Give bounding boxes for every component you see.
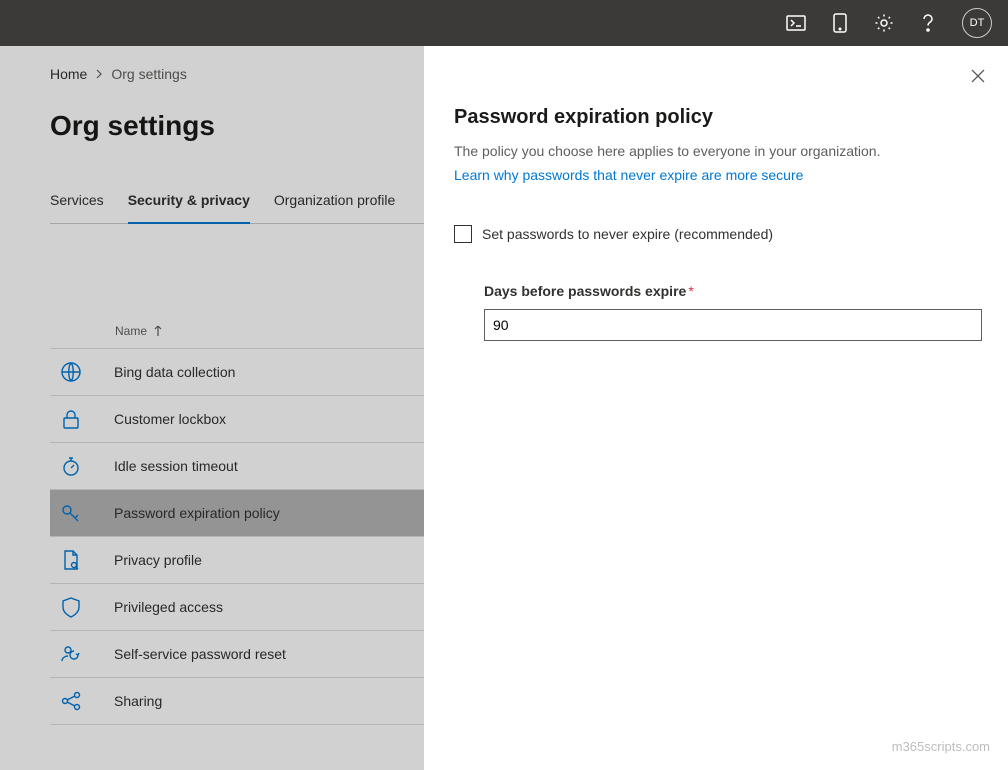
panel-title: Password expiration policy	[454, 106, 978, 129]
column-header-name[interactable]: Name	[115, 324, 424, 338]
settings-list: Bing data collection Customer lockbox Id…	[50, 348, 424, 725]
list-item-password-expiration[interactable]: Password expiration policy	[50, 490, 424, 537]
watermark-text: m365scripts.com	[892, 739, 990, 754]
sort-arrow-up-icon	[153, 325, 163, 337]
people-refresh-icon	[60, 643, 82, 665]
tab-organization-profile[interactable]: Organization profile	[274, 192, 395, 223]
list-item-bing[interactable]: Bing data collection	[50, 349, 424, 396]
document-icon	[60, 549, 82, 571]
list-item-sspr[interactable]: Self-service password reset	[50, 631, 424, 678]
panel-description: The policy you choose here applies to ev…	[454, 143, 978, 159]
page-title: Org settings	[50, 110, 424, 142]
breadcrumb: Home Org settings	[50, 66, 424, 82]
lock-icon	[60, 408, 82, 430]
checkbox-icon[interactable]	[454, 225, 472, 243]
avatar[interactable]: DT	[962, 8, 992, 38]
globe-icon	[60, 361, 82, 383]
cloud-shell-icon[interactable]	[786, 13, 806, 33]
checkbox-label: Set passwords to never expire (recommend…	[482, 226, 773, 242]
list-item-label: Bing data collection	[114, 364, 235, 380]
list-item-label: Privacy profile	[114, 552, 202, 568]
help-icon[interactable]	[918, 13, 938, 33]
list-item-label: Self-service password reset	[114, 646, 286, 662]
list-item-idle[interactable]: Idle session timeout	[50, 443, 424, 490]
panel-learn-more-link[interactable]: Learn why passwords that never expire ar…	[454, 167, 978, 183]
never-expire-option[interactable]: Set passwords to never expire (recommend…	[454, 225, 978, 243]
days-before-expire-input[interactable]	[484, 309, 982, 341]
breadcrumb-home[interactable]: Home	[50, 66, 87, 82]
top-bar: DT	[0, 0, 1008, 46]
breadcrumb-current: Org settings	[111, 66, 186, 82]
days-before-expire-label: Days before passwords expire*	[484, 283, 978, 299]
main-content: Home Org settings Org settings Services …	[0, 46, 424, 770]
share-icon	[60, 690, 82, 712]
key-icon	[60, 502, 82, 524]
list-item-sharing[interactable]: Sharing	[50, 678, 424, 725]
tab-strip: Services Security & privacy Organization…	[50, 192, 424, 224]
gear-icon[interactable]	[874, 13, 894, 33]
flyout-panel: Password expiration policy The policy yo…	[424, 46, 1008, 770]
tab-services[interactable]: Services	[50, 192, 104, 223]
close-button[interactable]	[970, 68, 986, 84]
column-header-label: Name	[115, 324, 147, 338]
list-item-privacy[interactable]: Privacy profile	[50, 537, 424, 584]
list-item-label: Sharing	[114, 693, 162, 709]
list-item-lockbox[interactable]: Customer lockbox	[50, 396, 424, 443]
list-item-label: Customer lockbox	[114, 411, 226, 427]
list-item-label: Password expiration policy	[114, 505, 280, 521]
stopwatch-icon	[60, 455, 82, 477]
shield-icon	[60, 596, 82, 618]
mobile-icon[interactable]	[830, 13, 850, 33]
list-item-privileged[interactable]: Privileged access	[50, 584, 424, 631]
chevron-right-icon	[95, 69, 103, 79]
tab-security-privacy[interactable]: Security & privacy	[128, 192, 250, 224]
list-item-label: Privileged access	[114, 599, 223, 615]
close-icon	[970, 68, 986, 84]
list-item-label: Idle session timeout	[114, 458, 238, 474]
